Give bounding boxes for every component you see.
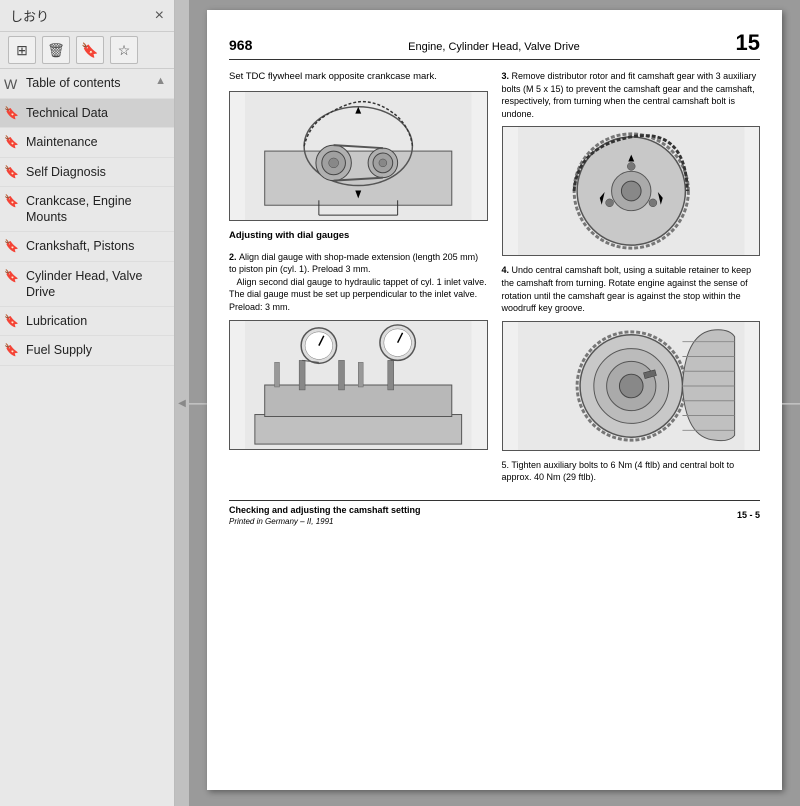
gauge-diagram (229, 320, 488, 450)
bookmark-add-icon[interactable]: 🔖 (76, 36, 104, 64)
sidebar-item-crankcase[interactable]: 🔖 Crankcase, Engine Mounts (0, 187, 174, 233)
page-footer: Checking and adjusting the camshaft sett… (229, 500, 760, 526)
page-number-right: 15 (736, 30, 760, 56)
bookmark-icon-lub: 🔖 (4, 314, 22, 328)
close-icon[interactable]: × (155, 8, 164, 24)
sidebar-item-technical-data[interactable]: 🔖 Technical Data (0, 99, 174, 128)
star-icon[interactable]: ☆ (110, 36, 138, 64)
camshaft-rotation-diagram (502, 321, 761, 451)
step3-text: 3. Remove distributor rotor and fit cams… (502, 70, 761, 120)
page-number-left: 968 (229, 37, 252, 53)
nav-label-toc: Table of contents (26, 75, 121, 91)
sidebar-item-fuel-supply[interactable]: 🔖 Fuel Supply (0, 336, 174, 365)
sidebar-item-lubrication[interactable]: 🔖 Lubrication (0, 307, 174, 336)
step4-text: 4. Undo central camshaft bolt, using a s… (502, 264, 761, 314)
sidebar-item-cylinder-head[interactable]: 🔖 Cylinder Head, Valve Drive (0, 262, 174, 308)
chevron-left-icon: ◀ (178, 398, 186, 409)
delete-icon[interactable]: 🗑 (42, 36, 70, 64)
nav-label-maint: Maintenance (26, 134, 98, 150)
layout-icon[interactable]: ⊞ (8, 36, 36, 64)
intro-text: Set TDC flywheel mark opposite crankcase… (229, 70, 488, 83)
page-next-icon[interactable]: — (782, 393, 800, 414)
col-left: Set TDC flywheel mark opposite crankcase… (229, 70, 488, 490)
page-body: Set TDC flywheel mark opposite crankcase… (229, 70, 760, 490)
nav-label-crank: Crankcase, Engine Mounts (26, 193, 166, 226)
footer-printed: Printed in Germany – II, 1991 (229, 517, 421, 526)
nav-icon-toc: W (4, 76, 22, 92)
bookmark-icon-crank: 🔖 (4, 194, 22, 208)
step2-text: 2. Align dial gauge with shop-made exten… (229, 251, 488, 314)
section-title-text: Adjusting with dial gauges (229, 229, 488, 242)
col-right: 3. Remove distributor rotor and fit cams… (502, 70, 761, 490)
page-container: 968 Engine, Cylinder Head, Valve Drive 1… (207, 10, 782, 790)
bookmark-icon-diag: 🔖 (4, 165, 22, 179)
step4-label: 4. (502, 265, 512, 275)
sidebar-toolbar: ⊞ 🗑 🔖 ☆ (0, 32, 174, 69)
bookmark-icon-crankshaft: 🔖 (4, 239, 22, 253)
engine-timing-diagram (229, 91, 488, 221)
bookmark-icon-tech: 🔖 (4, 106, 22, 120)
section-title: Adjusting with dial gauges (229, 230, 349, 241)
sidebar-header: しおり × (0, 0, 174, 32)
sidebar-item-table-of-contents[interactable]: W Table of contents ▲ (0, 69, 174, 99)
nav-label-lub: Lubrication (26, 313, 87, 329)
chapter-title: Engine, Cylinder Head, Valve Drive (408, 41, 580, 53)
step2-label: 2. (229, 252, 239, 262)
step3-label: 3. (502, 71, 512, 81)
scroll-arrow-toc: ▲ (155, 75, 166, 87)
nav-label-tech: Technical Data (26, 105, 108, 121)
sidebar-item-self-diagnosis[interactable]: 🔖 Self Diagnosis (0, 158, 174, 187)
sidebar-nav: W Table of contents ▲ 🔖 Technical Data 🔖… (0, 69, 174, 806)
bookmark-icon-maint: 🔖 (4, 135, 22, 149)
nav-label-diag: Self Diagnosis (26, 164, 106, 180)
sidebar-resize-handle[interactable]: ◀ (175, 0, 189, 806)
page-header: 968 Engine, Cylinder Head, Valve Drive 1… (229, 30, 760, 60)
sidebar: しおり × ⊞ 🗑 🔖 ☆ W Table of contents ▲ 🔖 Te… (0, 0, 175, 806)
sidebar-title: しおり (10, 6, 49, 25)
footer-title: Checking and adjusting the camshaft sett… (229, 505, 421, 515)
nav-label-cylinder: Cylinder Head, Valve Drive (26, 268, 166, 301)
sidebar-item-crankshaft[interactable]: 🔖 Crankshaft, Pistons (0, 232, 174, 261)
sidebar-item-maintenance[interactable]: 🔖 Maintenance (0, 128, 174, 157)
bookmark-icon-fuel: 🔖 (4, 343, 22, 357)
camshaft-gear-diagram (502, 126, 761, 256)
nav-label-fuel: Fuel Supply (26, 342, 92, 358)
main-content: — 968 Engine, Cylinder Head, Valve Drive… (189, 0, 800, 806)
footer-page: 15 - 5 (737, 510, 760, 520)
page-prev-icon[interactable]: — (189, 393, 207, 414)
nav-label-crankshaft: Crankshaft, Pistons (26, 238, 134, 254)
bookmark-icon-cylinder: 🔖 (4, 269, 22, 283)
step5-text: 5. Tighten auxiliary bolts to 6 Nm (4 ft… (502, 459, 761, 484)
